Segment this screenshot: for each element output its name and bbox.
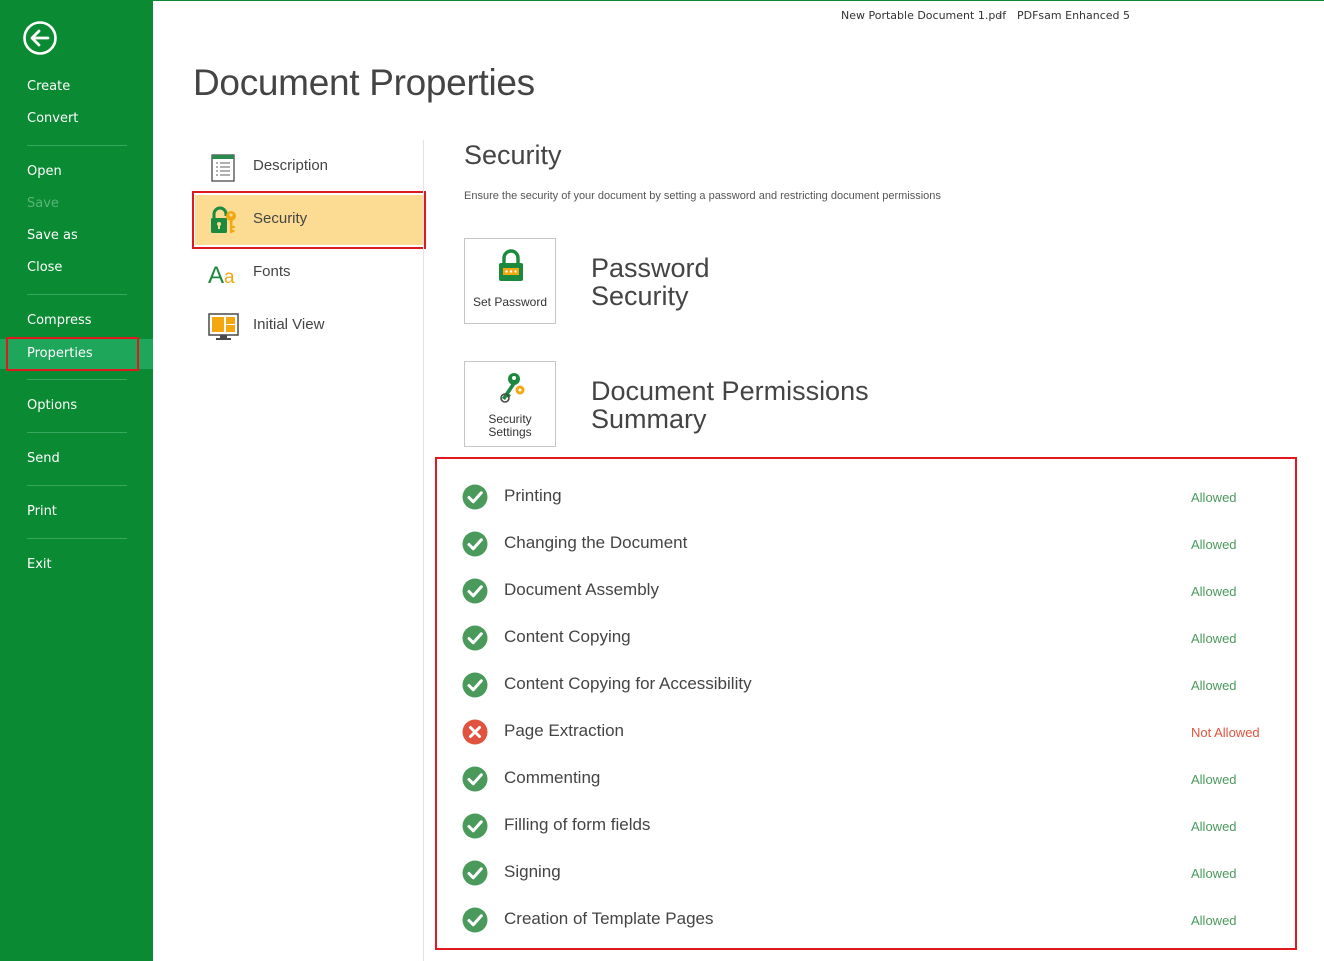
permission-row: Signing Allowed — [462, 858, 1282, 888]
permissions-summary-heading: Document Permissions Summary — [591, 377, 869, 433]
permission-name: Filling of form fields — [504, 815, 651, 834]
security-lock-key-icon — [208, 206, 238, 236]
sidebar-item-create[interactable]: Create — [0, 73, 153, 101]
sidebar-divider — [27, 485, 127, 486]
permission-status: Allowed — [1191, 537, 1237, 552]
permission-row: Content Copying Allowed — [462, 623, 1282, 653]
svg-text:a: a — [224, 267, 235, 288]
allowed-check-icon — [462, 860, 488, 886]
permission-name: Document Assembly — [504, 580, 659, 599]
sidebar-divider — [27, 538, 127, 539]
category-label: Initial View — [253, 316, 325, 333]
permission-status: Allowed — [1191, 584, 1237, 599]
permission-row: Commenting Allowed — [462, 764, 1282, 794]
category-security[interactable]: Security — [195, 195, 424, 245]
password-security-line1: Password — [591, 253, 710, 283]
sidebar-divider — [27, 294, 127, 295]
category-description[interactable]: Description — [195, 142, 424, 192]
permissions-summary-line2: Summary — [591, 404, 707, 434]
sidebar-divider — [27, 432, 127, 433]
title-separator: - — [998, 9, 1002, 22]
category-fonts[interactable]: A a Fonts — [195, 248, 424, 298]
allowed-check-icon — [462, 813, 488, 839]
page-title: Document Properties — [193, 62, 535, 103]
security-settings-button[interactable]: Security Settings — [464, 361, 556, 447]
allowed-check-icon — [462, 578, 488, 604]
permission-row: Creation of Template Pages Allowed — [462, 905, 1282, 935]
permission-status: Allowed — [1191, 913, 1237, 928]
category-label: Description — [253, 157, 329, 174]
password-security-heading: Password Security — [591, 254, 710, 310]
permission-status: Allowed — [1191, 866, 1237, 881]
sidebar-item-convert[interactable]: Convert — [0, 105, 153, 133]
permission-row: Content Copying for Accessibility Allowed — [462, 670, 1282, 700]
password-lock-icon — [494, 247, 528, 283]
category-label: Security — [253, 210, 308, 227]
permission-status: Allowed — [1191, 772, 1237, 787]
permission-status: Allowed — [1191, 490, 1237, 505]
permission-status: Not Allowed — [1191, 725, 1260, 740]
description-icon — [208, 153, 238, 183]
back-arrow-icon[interactable] — [22, 20, 58, 56]
svg-text:A: A — [208, 262, 224, 289]
fonts-icon: A a — [208, 259, 238, 289]
permission-name: Commenting — [504, 768, 601, 787]
category-initial-view[interactable]: Initial View — [195, 301, 424, 351]
category-label: Fonts — [253, 263, 291, 280]
sidebar-divider — [27, 379, 127, 380]
allowed-check-icon — [462, 531, 488, 557]
allowed-check-icon — [462, 766, 488, 792]
sidebar-item-options[interactable]: Options — [0, 392, 153, 420]
permission-name: Page Extraction — [504, 721, 625, 740]
sidebar-item-save: Save — [27, 196, 59, 211]
permission-name: Content Copying — [504, 627, 631, 646]
permission-row: Page Extraction Not Allowed — [462, 717, 1282, 747]
document-name: New Portable Document 1.pdf — [841, 9, 1007, 22]
panel-divider — [423, 140, 424, 961]
sidebar-item-send[interactable]: Send — [0, 445, 153, 473]
sidebar-item-open[interactable]: Open — [0, 158, 153, 186]
app-name: PDFsam Enhanced 5 — [1017, 9, 1131, 22]
permission-status: Allowed — [1191, 819, 1237, 834]
permission-name: Changing the Document — [504, 533, 688, 552]
password-security-line2: Security — [591, 281, 689, 311]
sidebar-item-close[interactable]: Close — [0, 254, 153, 282]
permission-name: Printing — [504, 486, 562, 505]
allowed-check-icon — [462, 672, 488, 698]
keys-icon — [494, 370, 528, 406]
backstage-sidebar: Create Convert Open Save Save as Close C… — [0, 0, 153, 961]
allowed-check-icon — [462, 484, 488, 510]
set-password-label: Set Password — [472, 295, 548, 309]
sidebar-item-save-as[interactable]: Save as — [0, 222, 153, 250]
allowed-check-icon — [462, 625, 488, 651]
permission-name: Signing — [504, 862, 561, 881]
permission-status: Allowed — [1191, 678, 1237, 693]
sidebar-item-properties[interactable]: Properties — [0, 339, 153, 369]
permissions-summary-line1: Document Permissions — [591, 376, 869, 406]
not-allowed-cross-icon — [462, 719, 488, 745]
sidebar-item-exit[interactable]: Exit — [0, 551, 153, 579]
set-password-button[interactable]: Set Password — [464, 238, 556, 324]
permission-row: Changing the Document Allowed — [462, 529, 1282, 559]
permission-row: Printing Allowed — [462, 482, 1282, 512]
allowed-check-icon — [462, 907, 488, 933]
permission-status: Allowed — [1191, 631, 1237, 646]
sidebar-divider — [27, 145, 127, 146]
section-description: Ensure the security of your document by … — [464, 190, 941, 202]
sidebar-item-print[interactable]: Print — [0, 498, 153, 526]
initial-view-icon — [208, 312, 239, 342]
permission-row: Document Assembly Allowed — [462, 576, 1282, 606]
sidebar-item-compress[interactable]: Compress — [0, 307, 153, 335]
permission-row: Filling of form fields Allowed — [462, 811, 1282, 841]
section-heading: Security — [464, 140, 562, 170]
title-bar: New Portable Document 1.pdf - PDFsam Enh… — [153, 0, 1324, 31]
permission-name: Content Copying for Accessibility — [504, 674, 752, 693]
security-settings-label-line2: Settings — [488, 425, 532, 439]
permission-name: Creation of Template Pages — [504, 909, 714, 928]
